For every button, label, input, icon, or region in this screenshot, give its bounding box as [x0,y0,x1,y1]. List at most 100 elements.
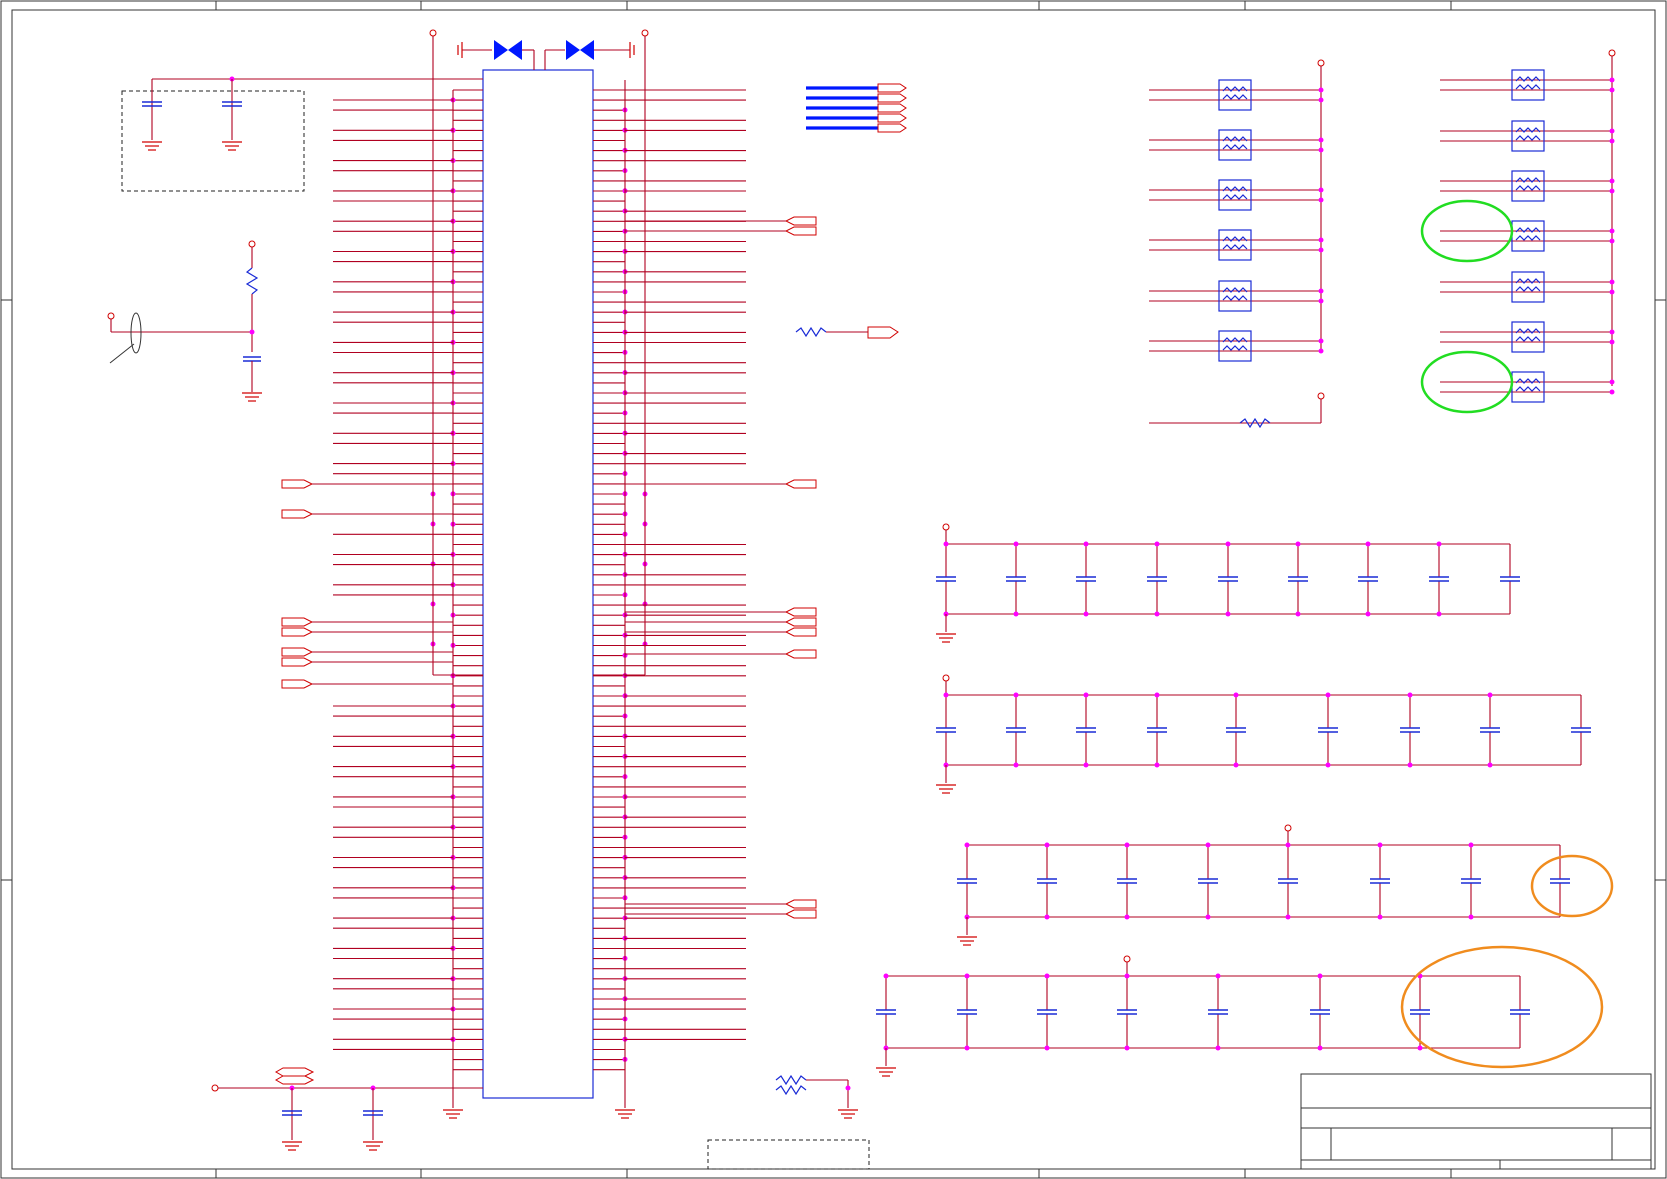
jumper-symbol-right [544,40,635,70]
ferrite-bead-symbol [1511,69,1545,101]
junction-dot [1609,289,1615,295]
junction-dot [1609,389,1615,395]
ferrite-bead-symbol [1218,79,1252,111]
ferrite-bead-symbol [1218,330,1252,362]
junction-dot [1436,541,1442,547]
junction-dot [1013,611,1019,617]
junction-dot [1365,611,1371,617]
capacitor-symbol [1006,576,1026,582]
junction-dot [1609,188,1615,194]
junction-dot [1318,237,1324,243]
ground-symbol [936,784,956,794]
off-sheet-connector [281,657,314,667]
schematic-sheet [0,0,1667,1179]
capacitor-bank [936,674,1591,794]
off-sheet-connector [877,123,907,133]
junction-dot [1609,77,1615,83]
junction-dot [1225,541,1231,547]
ground-symbol [936,633,956,643]
ground-symbol [222,141,242,151]
junction-dot [1609,379,1615,385]
ferrite-bead-symbol [1511,220,1545,252]
off-sheet-connector [281,509,314,519]
capacitor-bank [957,824,1570,946]
jumper-symbol-left [457,40,535,70]
junction-dot [1318,338,1324,344]
junction-dot [1318,147,1324,153]
frame-ticks [1,1,1666,1178]
junction-dot [1044,973,1050,979]
junction-dot [1295,541,1301,547]
left-decoupling-block [121,76,483,192]
junction-dot [1318,348,1324,354]
junction-dot [1609,279,1615,285]
junction-dot [964,1045,970,1051]
junction-dot [1013,692,1019,698]
power-symbol [1608,49,1616,57]
capacitor-bank [936,523,1520,643]
junction-dot [1013,762,1019,768]
off-sheet-connector [877,83,907,93]
capacitor-bank [876,955,1530,1077]
ground-symbol [615,1109,635,1119]
ground-symbol [363,1141,383,1151]
capacitor-banks [876,523,1591,1077]
ground-symbol [838,1109,858,1119]
off-sheet-connector [877,93,907,103]
series-resistor [795,326,899,339]
bus-lines [806,83,907,133]
junction-dot [1609,329,1615,335]
capacitor-symbol [1461,878,1481,884]
ferrite-bead-symbol [1511,120,1545,152]
capacitor-symbol [1480,727,1500,733]
capacitor-symbol [1550,878,1570,884]
junction-dot [1124,914,1130,920]
junction-dot [1215,1045,1221,1051]
capacitor-symbol [1076,576,1096,582]
orange-highlight-2 [1400,945,1604,1069]
junction-dot [943,541,949,547]
junction-dot [1044,1045,1050,1051]
capacitor-symbol [1037,878,1057,884]
capacitor-symbol [1117,1009,1137,1015]
off-sheet-connector [281,479,314,489]
junction-dot [1318,247,1324,253]
junction-dot [883,973,889,979]
orange-highlight-1 [1530,854,1614,918]
junction-dot [1285,842,1291,848]
capacitor-symbol [1006,727,1026,733]
power-symbol [1317,392,1325,400]
off-sheet-connector [784,226,817,236]
power-symbol [1317,59,1325,67]
junction-dot [1436,611,1442,617]
title-block [1300,1073,1652,1170]
junction-dot [1609,238,1615,244]
off-sheet-connector [784,617,817,627]
junction-dot [1083,762,1089,768]
rc-reset-network [107,240,262,402]
off-sheet-connector [281,627,314,637]
junction-dot [1318,87,1324,93]
bottom-right-resistor [775,1074,851,1108]
junction-dot [1083,692,1089,698]
capacitor-symbol [1226,727,1246,733]
off-sheet-connector [281,647,314,657]
off-sheet-connector [281,679,314,689]
junction-dot [1124,973,1130,979]
ferrite-bead-symbol [1511,371,1545,403]
junction-dot [1468,842,1474,848]
ground-symbol [957,936,977,946]
capacitor-symbol [1076,727,1096,733]
junction-dot [1609,228,1615,234]
capacitor-symbol [1358,576,1378,582]
junction-dot [1233,762,1239,768]
ground-symbol [876,1067,896,1077]
capacitor-symbol [1571,727,1591,733]
capacitor-symbol [1288,576,1308,582]
junction-dot [1013,541,1019,547]
capacitor-symbol [1117,878,1137,884]
ground-symbol [142,141,162,151]
junction-dot [1609,178,1615,184]
capacitor-symbol [1147,727,1167,733]
ferrite-bead-symbol [1218,229,1252,261]
